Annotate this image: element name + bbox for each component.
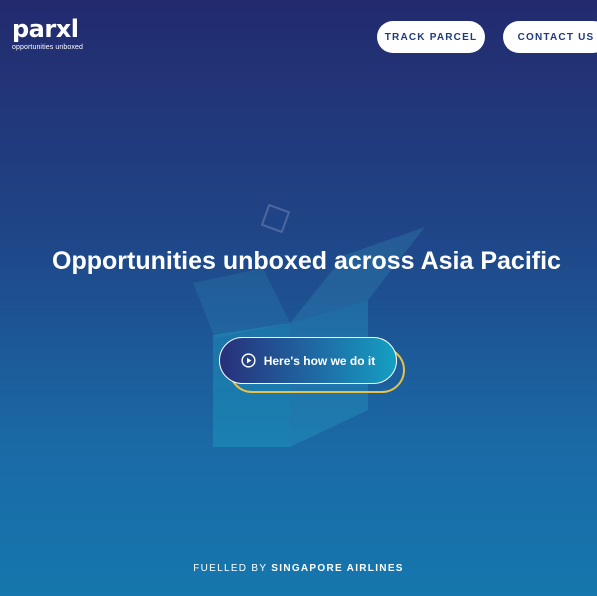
cta-container: Here's how we do it <box>219 337 409 395</box>
fuelled-by-prefix: FUELLED BY <box>193 563 268 574</box>
contact-us-button[interactable]: CONTACT US <box>503 21 597 53</box>
track-parcel-button[interactable]: TRACK PARCEL <box>377 21 485 53</box>
logo-wordmark: parxl <box>12 15 79 43</box>
cta-label: Here's how we do it <box>263 353 376 368</box>
singapore-airlines-brand: SINGAPORE AIRLINES <box>271 563 404 574</box>
site-header: parxl opportunities unboxed TRACK PARCEL… <box>0 0 597 72</box>
play-circle-icon <box>241 353 256 368</box>
parxl-logo[interactable]: parxl opportunities unboxed <box>12 17 83 51</box>
hero-headline: Opportunities unboxed across Asia Pacifi… <box>52 247 561 275</box>
fuelled-by-note: FUELLED BY SINGAPORE AIRLINES <box>0 563 597 574</box>
logo-tagline: opportunities unboxed <box>12 44 83 51</box>
open-box-illustration <box>193 203 425 447</box>
how-we-do-it-button[interactable]: Here's how we do it <box>219 337 397 384</box>
